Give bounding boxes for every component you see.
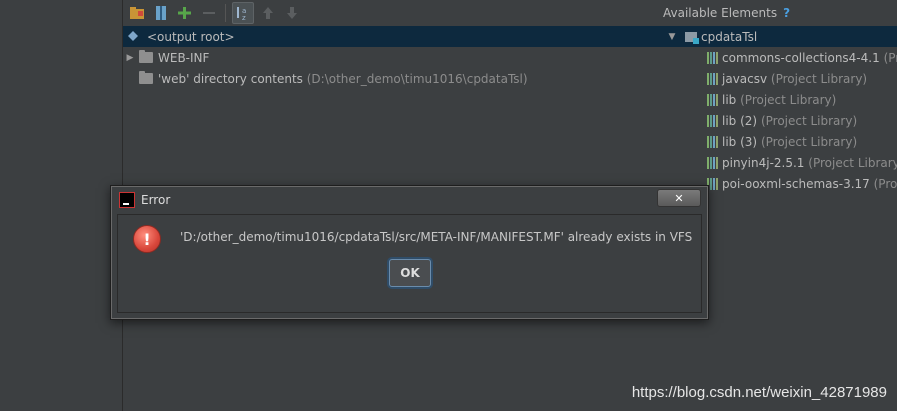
library-detail: (Project Library) (770, 71, 868, 86)
archive-button[interactable] (151, 3, 171, 23)
tree-item-label: WEB-INF (158, 50, 210, 65)
library-item[interactable]: lib (3) (Project Library) (707, 131, 897, 152)
folder-icon (139, 71, 153, 84)
arrow-up-icon (263, 7, 273, 19)
svg-text:z: z (242, 14, 246, 21)
error-message: 'D:/other_demo/timu1016/cpdataTsl/src/ME… (180, 230, 693, 244)
output-root-icon (128, 30, 138, 41)
sort-alpha-icon: az (237, 7, 246, 21)
remove-button[interactable] (199, 3, 219, 23)
sort-button[interactable]: az (232, 2, 254, 24)
library-item[interactable]: lib (Project Library) (707, 89, 897, 110)
close-button[interactable]: ✕ (657, 189, 701, 207)
library-detail: (Project Library) (808, 155, 897, 170)
output-root-row[interactable]: <output root> (123, 26, 657, 47)
available-elements-header: Available Elements ? (657, 0, 897, 26)
module-row[interactable]: ▼ cpdataTsl (657, 26, 897, 47)
help-icon[interactable]: ? (783, 6, 790, 20)
panel-title: Available Elements (663, 6, 778, 20)
intellij-logo-icon (119, 192, 135, 208)
library-detail: (Project Library) (760, 134, 858, 149)
library-icon (707, 135, 718, 148)
library-icon (707, 72, 718, 85)
dialog-content: ! 'D:/other_demo/timu1016/cpdataTsl/src/… (117, 214, 702, 313)
library-icon (707, 93, 718, 106)
watermark: https://blog.csdn.net/weixin_42871989 (631, 384, 887, 401)
library-name: lib (2) (722, 113, 758, 128)
toolbar-separator (225, 4, 226, 22)
archive-icon (156, 6, 166, 20)
library-item[interactable]: pinyin4j-2.5.1 (Project Library) (707, 152, 897, 173)
library-item[interactable]: commons-collections4-4.1 (Pro (707, 47, 897, 68)
tree-item-web-contents[interactable]: 'web' directory contents (D:\other_demo\… (123, 68, 657, 89)
library-item[interactable]: poi-ooxml-schemas-3.17 (Pro (707, 173, 897, 194)
library-detail: (Pro (883, 50, 897, 65)
error-dialog: Error ✕ ! 'D:/other_demo/timu1016/cpdata… (110, 185, 709, 320)
minus-icon (203, 12, 215, 14)
dialog-title: Error (141, 193, 171, 207)
tree-item-web-inf[interactable]: ▶ WEB-INF (123, 47, 657, 68)
library-name: pinyin4j-2.5.1 (722, 155, 805, 170)
close-icon: ✕ (674, 191, 684, 205)
library-name: commons-collections4-4.1 (722, 50, 880, 65)
dialog-titlebar[interactable]: Error ✕ (112, 187, 707, 213)
add-button[interactable] (175, 3, 195, 23)
error-icon: ! (133, 225, 161, 253)
move-up-button[interactable] (258, 3, 278, 23)
tree-item-label: 'web' directory contents (158, 71, 303, 86)
library-name: javacsv (722, 71, 768, 86)
library-icon (707, 156, 718, 169)
module-label: cpdataTsl (701, 29, 758, 44)
module-icon (685, 31, 699, 44)
output-root-label: <output root> (147, 29, 235, 44)
library-detail: (Project Library) (760, 113, 858, 128)
library-icon (707, 51, 718, 64)
arrow-down-icon (287, 7, 297, 19)
library-icon (707, 114, 718, 127)
left-gutter (0, 0, 123, 411)
library-name: lib (3) (722, 134, 758, 149)
library-detail: (Project Library) (740, 92, 837, 107)
library-list: commons-collections4-4.1 (Pro javacsv (P… (657, 47, 897, 194)
library-detail: (Pro (873, 176, 897, 191)
library-name: lib (722, 92, 737, 107)
artifact-toolbar: az (123, 0, 657, 26)
ok-button[interactable]: OK (389, 259, 431, 287)
library-item[interactable]: lib (2) (Project Library) (707, 110, 897, 131)
expand-arrow-icon[interactable]: ▶ (123, 53, 137, 63)
tree-item-detail: (D:\other_demo\timu1016\cpdataTsl) (306, 71, 528, 86)
folder-icon (139, 50, 153, 63)
collapse-arrow-icon[interactable]: ▼ (665, 32, 679, 42)
plus-icon (178, 7, 191, 19)
move-down-button[interactable] (282, 3, 302, 23)
library-name: poi-ooxml-schemas-3.17 (722, 176, 870, 191)
new-folder-button[interactable] (127, 3, 147, 23)
new-folder-icon (130, 7, 144, 19)
library-item[interactable]: javacsv (Project Library) (707, 68, 897, 89)
